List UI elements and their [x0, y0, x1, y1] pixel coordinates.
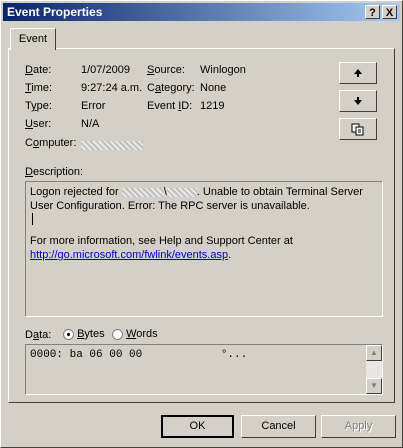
tab-event[interactable]: Event [10, 28, 56, 50]
description-line3: For more information, see Help and Suppo… [30, 235, 293, 247]
cancel-button[interactable]: Cancel [241, 415, 316, 438]
data-label: Data: [25, 329, 52, 341]
category-value: None [200, 82, 227, 94]
description-link-line: http://go.microsoft.com/fwlink/events.as… [30, 249, 232, 261]
data-scrollbar[interactable]: ▲ ▼ [366, 345, 382, 394]
user-value: N/A [81, 118, 100, 130]
time-label: Time: [25, 82, 53, 94]
date-value: 1/07/2009 [81, 64, 130, 76]
category-label: Category: [147, 82, 195, 94]
event-id-value: 1219 [200, 100, 225, 112]
event-properties-window: Event Properties ? X Event Date: 1/07/20… [0, 0, 403, 448]
user-label: User: [25, 118, 52, 130]
source-value: Winlogon [200, 64, 246, 76]
ok-button[interactable]: OK [161, 415, 234, 438]
window-title: Event Properties [7, 5, 103, 19]
arrow-down-icon [354, 97, 362, 105]
type-label: Type: [25, 100, 52, 112]
data-box[interactable]: 0000: ba 06 00 00 °... ▲ ▼ [25, 344, 383, 395]
scroll-down-arrow-icon[interactable]: ▼ [366, 378, 382, 394]
event-id-label: Event ID: [147, 100, 193, 112]
words-radio-circle[interactable] [112, 328, 123, 340]
date-label: Date: [25, 64, 52, 76]
bytes-radio[interactable]: Bytes [63, 328, 105, 340]
description-label: Description: [25, 166, 84, 178]
text-cursor-line [30, 213, 378, 227]
copy-icon [351, 123, 364, 136]
copy-to-clipboard-button[interactable] [339, 118, 377, 140]
description-line1: Logon rejected for \. Unable to obtain T… [30, 186, 363, 198]
previous-event-button[interactable] [339, 62, 377, 84]
next-event-button[interactable] [339, 90, 377, 112]
scroll-up-arrow-icon[interactable]: ▲ [366, 345, 382, 361]
type-value: Error [81, 100, 106, 112]
computer-value-redacted [81, 141, 143, 150]
description-box[interactable]: Logon rejected for \. Unable to obtain T… [25, 181, 383, 317]
data-line-1: 0000: ba 06 00 00 °... [30, 349, 248, 361]
description-line2: User Configuration. Error: The RPC serve… [30, 200, 310, 212]
bytes-radio-circle[interactable] [63, 328, 74, 340]
username-redacted [166, 187, 197, 197]
close-button[interactable]: X [382, 5, 397, 19]
words-radio[interactable]: Words [112, 328, 158, 340]
help-button[interactable]: ? [365, 5, 380, 19]
source-label: Source: [147, 64, 185, 76]
time-value: 9:27:24 a.m. [81, 82, 143, 94]
domain-redacted [121, 187, 164, 197]
title-bar[interactable]: Event Properties ? X [3, 3, 400, 21]
arrow-up-icon [354, 69, 362, 77]
apply-button[interactable]: Apply [321, 415, 396, 438]
computer-label: Computer: [25, 137, 77, 149]
help-link[interactable]: http://go.microsoft.com/fwlink/events.as… [30, 249, 228, 261]
text-cursor [32, 213, 33, 225]
